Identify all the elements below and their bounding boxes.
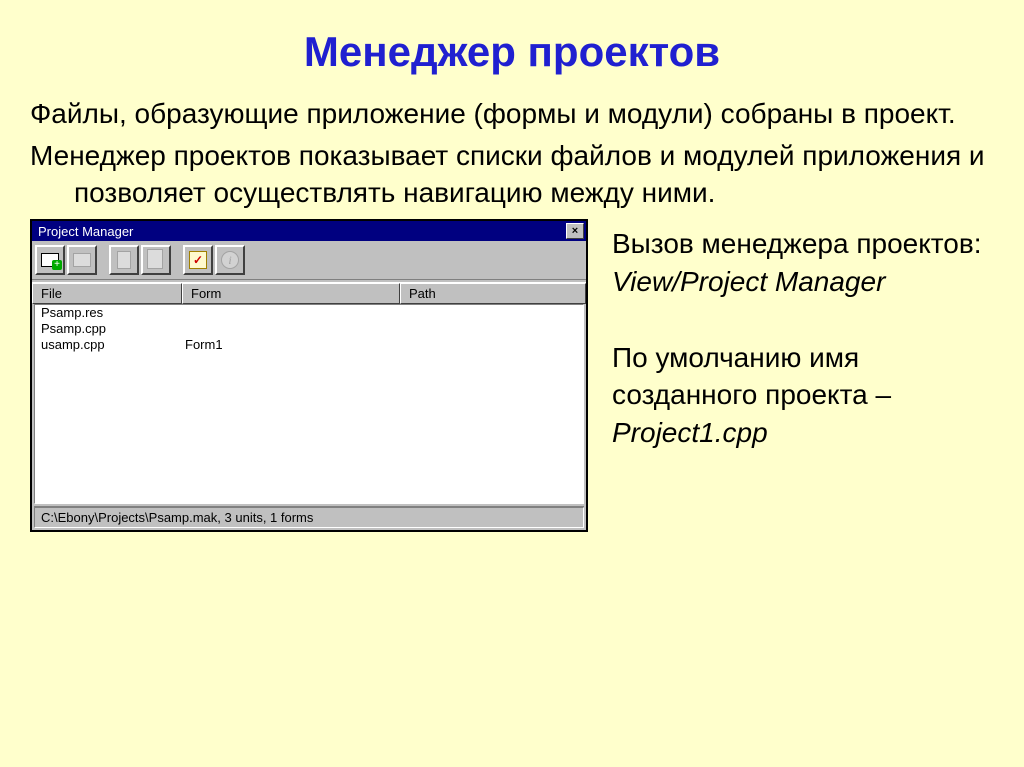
- header-form[interactable]: Form: [182, 283, 400, 304]
- header-file[interactable]: File: [32, 283, 182, 304]
- titlebar[interactable]: Project Manager ×: [32, 221, 586, 241]
- document-icon: [117, 251, 131, 269]
- cell-form: Form1: [185, 337, 403, 353]
- column-headers: File Form Path: [32, 282, 586, 304]
- toolbar: ✓ i: [32, 241, 586, 280]
- side-text-2: По умолчанию имя созданного проекта –: [612, 342, 891, 411]
- header-path[interactable]: Path: [400, 283, 586, 304]
- close-icon: ×: [572, 225, 578, 237]
- cell-path: [403, 321, 581, 337]
- cell-file: usamp.cpp: [37, 337, 185, 353]
- side-text-1: Вызов менеджера проектов:: [612, 228, 982, 259]
- cell-path: [403, 337, 581, 353]
- status-bar: C:\Ebony\Projects\Psamp.mak, 3 units, 1 …: [34, 506, 584, 528]
- cell-path: [403, 305, 581, 321]
- list-item[interactable]: Psamp.res: [35, 305, 583, 321]
- list-item[interactable]: usamp.cpp Form1: [35, 337, 583, 353]
- cell-file: Psamp.cpp: [37, 321, 185, 337]
- cell-form: [185, 321, 403, 337]
- close-button[interactable]: ×: [566, 223, 584, 239]
- view-form-button[interactable]: [141, 245, 171, 275]
- help-button[interactable]: i: [215, 245, 245, 275]
- remove-file-button[interactable]: [67, 245, 97, 275]
- side-text-2-ital: Project1.cpp: [612, 417, 768, 448]
- cell-file: Psamp.res: [37, 305, 185, 321]
- side-text: Вызов менеджера проектов: View/Project M…: [612, 219, 994, 452]
- folder-plus-icon: [41, 253, 59, 267]
- paragraph-2: Менеджер проектов показывает списки файл…: [30, 138, 994, 211]
- help-icon: i: [221, 251, 239, 269]
- slide-title: Менеджер проектов: [30, 28, 994, 76]
- folder-minus-icon: [73, 253, 91, 267]
- view-unit-button[interactable]: [109, 245, 139, 275]
- add-file-button[interactable]: [35, 245, 65, 275]
- side-text-1-ital: View/Project Manager: [612, 266, 885, 297]
- file-list[interactable]: Psamp.res Psamp.cpp usamp.cpp Form1: [34, 304, 584, 504]
- options-button[interactable]: ✓: [183, 245, 213, 275]
- list-item[interactable]: Psamp.cpp: [35, 321, 583, 337]
- titlebar-text: Project Manager: [38, 224, 566, 239]
- project-manager-window: Project Manager ×: [30, 219, 588, 532]
- status-text: C:\Ebony\Projects\Psamp.mak, 3 units, 1 …: [34, 507, 584, 528]
- paragraph-1: Файлы, образующие приложение (формы и мо…: [30, 96, 994, 132]
- cell-form: [185, 305, 403, 321]
- documents-icon: [149, 251, 163, 269]
- checklist-icon: ✓: [189, 251, 207, 269]
